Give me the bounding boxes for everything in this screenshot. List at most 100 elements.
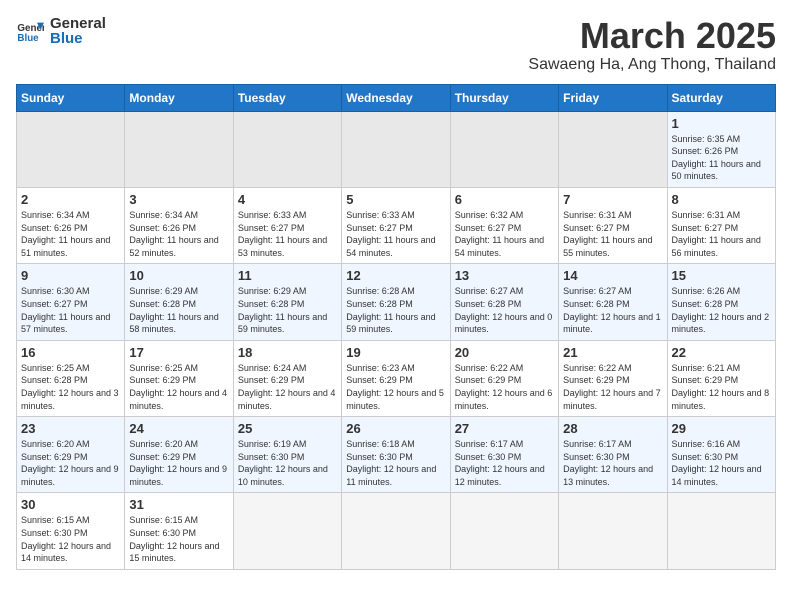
calendar-week-row: 30 Sunrise: 6:15 AMSunset: 6:30 PMDayligh…: [17, 493, 776, 569]
day-info: Sunrise: 6:15 AMSunset: 6:30 PMDaylight:…: [129, 514, 228, 564]
table-row: [559, 493, 667, 569]
table-row: 1 Sunrise: 6:35 AMSunset: 6:26 PMDaylight…: [667, 111, 775, 187]
day-info: Sunrise: 6:31 AMSunset: 6:27 PMDaylight:…: [672, 209, 771, 259]
day-number: 25: [238, 421, 337, 436]
table-row: 2 Sunrise: 6:34 AMSunset: 6:26 PMDaylight…: [17, 187, 125, 263]
day-number: 12: [346, 268, 445, 283]
table-row: 27 Sunrise: 6:17 AMSunset: 6:30 PMDayligh…: [450, 417, 558, 493]
table-row: 15 Sunrise: 6:26 AMSunset: 6:28 PMDayligh…: [667, 264, 775, 340]
day-number: 18: [238, 345, 337, 360]
day-number: 9: [21, 268, 120, 283]
table-row: 28Sunrise: 6:17 AMSunset: 6:30 PMDayligh…: [559, 417, 667, 493]
day-number: 16: [21, 345, 120, 360]
table-row: 24 Sunrise: 6:20 AMSunset: 6:29 PMDayligh…: [125, 417, 233, 493]
day-number: 8: [672, 192, 771, 207]
svg-text:Blue: Blue: [17, 33, 39, 44]
col-saturday: Saturday: [667, 84, 775, 111]
day-number: 27: [455, 421, 554, 436]
day-number: 4: [238, 192, 337, 207]
day-number: 11: [238, 268, 337, 283]
logo-blue-text: Blue: [50, 31, 106, 46]
calendar-table: Sunday Monday Tuesday Wednesday Thursday…: [16, 84, 776, 570]
table-row: 22 Sunrise: 6:21 AMSunset: 6:29 PMDayligh…: [667, 340, 775, 416]
day-number: 6: [455, 192, 554, 207]
day-number: 1: [672, 116, 771, 131]
day-info: Sunrise: 6:32 AMSunset: 6:27 PMDaylight:…: [455, 209, 554, 259]
table-row: 13Sunrise: 6:27 AMSunset: 6:28 PMDayligh…: [450, 264, 558, 340]
table-row: [233, 111, 341, 187]
day-number: 31: [129, 497, 228, 512]
day-number: 28: [563, 421, 662, 436]
table-row: 12 Sunrise: 6:28 AMSunset: 6:28 PMDayligh…: [342, 264, 450, 340]
day-info: Sunrise: 6:15 AMSunset: 6:30 PMDaylight:…: [21, 514, 120, 564]
day-info: Sunrise: 6:22 AMSunset: 6:29 PMDaylight:…: [563, 362, 662, 412]
table-row: [450, 493, 558, 569]
table-row: 11 Sunrise: 6:29 AMSunset: 6:28 PMDayligh…: [233, 264, 341, 340]
day-number: 22: [672, 345, 771, 360]
day-number: 17: [129, 345, 228, 360]
day-info: Sunrise: 6:31 AMSunset: 6:27 PMDaylight:…: [563, 209, 662, 259]
table-row: 7Sunrise: 6:31 AMSunset: 6:27 PMDaylight…: [559, 187, 667, 263]
day-info: Sunrise: 6:29 AMSunset: 6:28 PMDaylight:…: [238, 285, 337, 335]
col-wednesday: Wednesday: [342, 84, 450, 111]
month-title: March 2025: [528, 16, 776, 56]
header: General Blue General Blue March 2025 Saw…: [16, 16, 776, 74]
table-row: 5Sunrise: 6:33 AMSunset: 6:27 PMDaylight…: [342, 187, 450, 263]
day-info: Sunrise: 6:25 AMSunset: 6:28 PMDaylight:…: [21, 362, 120, 412]
day-info: Sunrise: 6:24 AMSunset: 6:29 PMDaylight:…: [238, 362, 337, 412]
table-row: 8 Sunrise: 6:31 AMSunset: 6:27 PMDaylight…: [667, 187, 775, 263]
calendar-week-row: 23 Sunrise: 6:20 AMSunset: 6:29 PMDayligh…: [17, 417, 776, 493]
day-number: 13: [455, 268, 554, 283]
table-row: 25Sunrise: 6:19 AMSunset: 6:30 PMDayligh…: [233, 417, 341, 493]
day-info: Sunrise: 6:26 AMSunset: 6:28 PMDaylight:…: [672, 285, 771, 335]
day-number: 14: [563, 268, 662, 283]
table-row: [17, 111, 125, 187]
table-row: 20Sunrise: 6:22 AMSunset: 6:29 PMDayligh…: [450, 340, 558, 416]
table-row: 30 Sunrise: 6:15 AMSunset: 6:30 PMDayligh…: [17, 493, 125, 569]
logo-icon: General Blue: [16, 17, 44, 45]
table-row: 19 Sunrise: 6:23 AMSunset: 6:29 PMDayligh…: [342, 340, 450, 416]
calendar-week-row: 9 Sunrise: 6:30 AMSunset: 6:27 PMDaylight…: [17, 264, 776, 340]
day-number: 3: [129, 192, 228, 207]
table-row: 17 Sunrise: 6:25 AMSunset: 6:29 PMDayligh…: [125, 340, 233, 416]
day-number: 2: [21, 192, 120, 207]
logo-general-text: General: [50, 16, 106, 31]
day-info: Sunrise: 6:20 AMSunset: 6:29 PMDaylight:…: [21, 438, 120, 488]
day-info: Sunrise: 6:35 AMSunset: 6:26 PMDaylight:…: [672, 133, 771, 183]
calendar-week-row: 1 Sunrise: 6:35 AMSunset: 6:26 PMDaylight…: [17, 111, 776, 187]
table-row: [450, 111, 558, 187]
day-info: Sunrise: 6:22 AMSunset: 6:29 PMDaylight:…: [455, 362, 554, 412]
day-number: 15: [672, 268, 771, 283]
day-number: 19: [346, 345, 445, 360]
calendar-week-row: 16 Sunrise: 6:25 AMSunset: 6:28 PMDayligh…: [17, 340, 776, 416]
day-info: Sunrise: 6:17 AMSunset: 6:30 PMDaylight:…: [455, 438, 554, 488]
day-number: 30: [21, 497, 120, 512]
day-info: Sunrise: 6:34 AMSunset: 6:26 PMDaylight:…: [21, 209, 120, 259]
table-row: [233, 493, 341, 569]
day-number: 5: [346, 192, 445, 207]
day-info: Sunrise: 6:28 AMSunset: 6:28 PMDaylight:…: [346, 285, 445, 335]
day-info: Sunrise: 6:27 AMSunset: 6:28 PMDaylight:…: [563, 285, 662, 335]
col-friday: Friday: [559, 84, 667, 111]
day-info: Sunrise: 6:30 AMSunset: 6:27 PMDaylight:…: [21, 285, 120, 335]
day-number: 23: [21, 421, 120, 436]
table-row: 29Sunrise: 6:16 AMSunset: 6:30 PMDayligh…: [667, 417, 775, 493]
logo: General Blue General Blue: [16, 16, 106, 46]
day-number: 24: [129, 421, 228, 436]
table-row: 10 Sunrise: 6:29 AMSunset: 6:28 PMDayligh…: [125, 264, 233, 340]
day-number: 10: [129, 268, 228, 283]
table-row: 9 Sunrise: 6:30 AMSunset: 6:27 PMDaylight…: [17, 264, 125, 340]
day-info: Sunrise: 6:23 AMSunset: 6:29 PMDaylight:…: [346, 362, 445, 412]
day-info: Sunrise: 6:25 AMSunset: 6:29 PMDaylight:…: [129, 362, 228, 412]
table-row: 18 Sunrise: 6:24 AMSunset: 6:29 PMDayligh…: [233, 340, 341, 416]
day-info: Sunrise: 6:29 AMSunset: 6:28 PMDaylight:…: [129, 285, 228, 335]
day-info: Sunrise: 6:20 AMSunset: 6:29 PMDaylight:…: [129, 438, 228, 488]
day-number: 26: [346, 421, 445, 436]
col-tuesday: Tuesday: [233, 84, 341, 111]
col-thursday: Thursday: [450, 84, 558, 111]
table-row: 26Sunrise: 6:18 AMSunset: 6:30 PMDayligh…: [342, 417, 450, 493]
day-info: Sunrise: 6:34 AMSunset: 6:26 PMDaylight:…: [129, 209, 228, 259]
col-monday: Monday: [125, 84, 233, 111]
day-info: Sunrise: 6:21 AMSunset: 6:29 PMDaylight:…: [672, 362, 771, 412]
table-row: 23 Sunrise: 6:20 AMSunset: 6:29 PMDayligh…: [17, 417, 125, 493]
